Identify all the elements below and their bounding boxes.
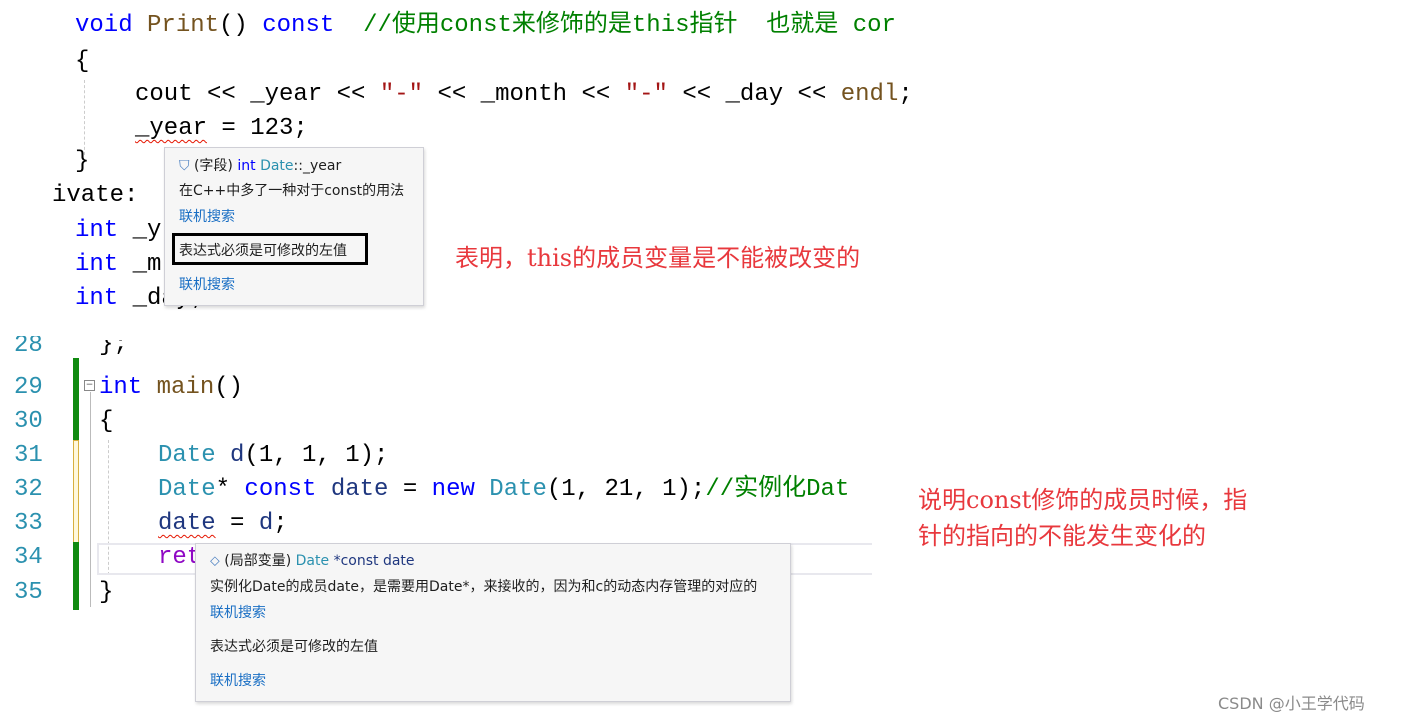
code-line[interactable]: }; — [99, 340, 128, 360]
online-search-link[interactable]: 联机搜索 — [179, 207, 235, 227]
collapse-icon[interactable]: − — [84, 380, 95, 391]
comment: //实例化Dat — [705, 476, 850, 503]
code-line[interactable]: void Print() const //使用const来修饰的是this指针 … — [75, 9, 896, 43]
semicolon: ; — [273, 510, 288, 537]
type-name: Date — [158, 476, 216, 503]
line-number: 34 — [14, 544, 43, 571]
keyword: const — [244, 476, 317, 503]
error-message: 表达式必须是可修改的左值 — [179, 243, 347, 259]
error-variable[interactable]: date — [158, 510, 216, 537]
code-line[interactable]: } — [99, 576, 113, 610]
error-message: 表达式必须是可修改的左值 — [210, 639, 378, 655]
variable: d — [258, 510, 274, 537]
symbol-kind: (字段) — [193, 158, 233, 174]
type-name: Date — [489, 476, 547, 503]
line-number: 35 — [14, 579, 43, 606]
code-line[interactable]: date = d; — [158, 507, 288, 541]
keyword: const — [262, 12, 335, 39]
symbol-type: int — [237, 158, 256, 174]
keyword: int — [75, 285, 119, 312]
quickinfo-tooltip: ⬦ (局部变量) Date *const date 实例化Date的成员date… — [195, 543, 791, 702]
line-number: 28 — [14, 336, 43, 356]
online-search-link[interactable]: 联机搜索 — [210, 671, 266, 691]
line-number: 29 — [14, 374, 43, 401]
symbol-kind: (局部变量) — [224, 553, 292, 569]
code-line[interactable]: { — [99, 405, 113, 439]
function-name: Print — [147, 12, 220, 39]
code-line[interactable]: } — [75, 145, 89, 179]
paren: () — [219, 12, 263, 39]
line-number: 30 — [14, 408, 43, 435]
string: "-" — [379, 81, 424, 108]
code-text: (1, 1, 1); — [244, 442, 389, 469]
code-line[interactable]: _year = 123; — [135, 112, 308, 146]
code-text: = — [388, 476, 432, 503]
symbol-class: Date — [295, 553, 330, 569]
online-search-link[interactable]: 联机搜索 — [179, 275, 235, 295]
line-number: 33 — [14, 510, 43, 537]
tooltip-description: 实例化Date的成员date，是需要用Date*，来接收的，因为和c的动态内存管… — [210, 579, 758, 595]
code-line[interactable]: int main() — [99, 371, 243, 405]
semicolon: ; — [898, 81, 913, 108]
keyword: int — [99, 374, 143, 401]
annotation: 针的指向的不能发生变化的 — [918, 522, 1206, 550]
code-text: * — [215, 476, 245, 503]
line-number: 32 — [14, 476, 43, 503]
code-text: << _month << — [423, 81, 625, 108]
symbol-class: Date — [260, 158, 294, 174]
code-text: _m — [118, 251, 162, 278]
variable: date — [330, 476, 389, 503]
local-variable-icon: ⬦ — [210, 553, 220, 569]
comment: //使用const来修饰的是this指针 也就是 cor — [334, 12, 896, 39]
code-line[interactable]: int _m — [75, 248, 161, 282]
error-variable[interactable]: _year — [135, 115, 207, 142]
variable: d — [230, 442, 245, 469]
code-text: () — [214, 374, 244, 401]
keyword: int — [75, 217, 119, 244]
type-name: Date — [158, 442, 216, 469]
change-bar-unsaved — [73, 440, 79, 544]
code-text: = — [215, 510, 259, 537]
field-lock-icon: ⛉ — [179, 158, 190, 174]
change-bar-saved — [73, 358, 79, 440]
quickinfo-tooltip: ⛉ (字段) int Date::_year 在C++中多了一种对于const的… — [164, 147, 424, 306]
function-name: main — [156, 374, 215, 401]
change-bar-saved — [73, 542, 79, 610]
outline-guide — [90, 392, 91, 607]
code-text: << _day << — [667, 81, 841, 108]
symbol-member: ::_year — [293, 158, 342, 174]
symbol-declaration: *const date — [333, 553, 415, 569]
indent-guide — [84, 80, 85, 155]
code-text: cout << _year << — [135, 81, 380, 108]
code-text: = 123; — [207, 115, 308, 142]
code-text: _y — [118, 217, 162, 244]
online-search-link[interactable]: 联机搜索 — [210, 603, 266, 623]
code-line[interactable]: ivate: — [52, 179, 138, 213]
line-number: 31 — [14, 442, 43, 469]
tooltip-description: 在C++中多了一种对于const的用法 — [179, 183, 405, 199]
code-line[interactable]: cout << _year << "-" << _month << "-" <<… — [135, 78, 913, 112]
code-line[interactable]: Date* const date = new Date(1, 21, 1);//… — [158, 473, 872, 507]
string: "-" — [624, 81, 668, 108]
keyword: void — [75, 12, 133, 39]
endl: endl — [840, 81, 899, 108]
keyword: new — [431, 476, 475, 503]
code-line[interactable]: { — [75, 45, 89, 79]
code-text: (1, 21, 1); — [546, 476, 706, 503]
code-line[interactable]: int _y — [75, 214, 161, 248]
annotation: 说明const修饰的成员时候，指 — [918, 486, 1248, 514]
annotation: 表明，this的成员变量是不能被改变的 — [455, 244, 861, 272]
keyword: int — [75, 251, 119, 278]
watermark: CSDN @小王学代码 — [1218, 694, 1365, 713]
code-line[interactable]: Date d(1, 1, 1); — [158, 439, 388, 473]
